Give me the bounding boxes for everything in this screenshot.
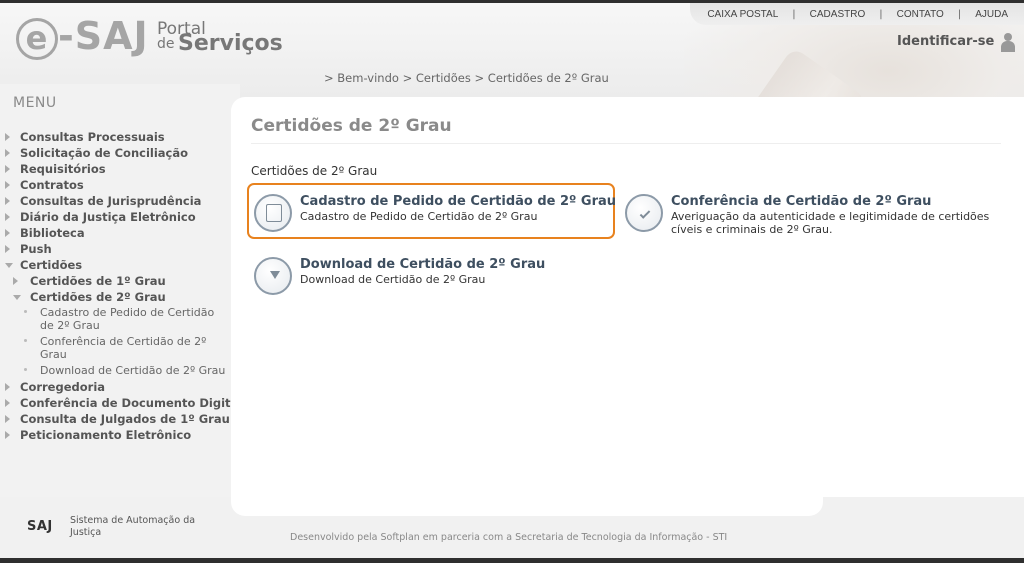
- option-title: Download de Certidão de 2º Grau: [300, 257, 546, 272]
- document-download-icon: [254, 257, 292, 295]
- chevron-right-icon: [5, 149, 10, 157]
- esaj-logo[interactable]: e -SAJ Portal de Serviços: [16, 14, 283, 64]
- nav-ajuda[interactable]: AJUDA: [975, 9, 1008, 20]
- menu-item-requisitorios[interactable]: Requisitórios: [0, 161, 240, 177]
- user-icon-head: [1004, 33, 1012, 41]
- chevron-right-icon: [5, 197, 10, 205]
- chevron-right-icon: [5, 181, 10, 189]
- nav-separator: |: [792, 8, 796, 20]
- chevron-down-icon: [5, 263, 13, 268]
- nav-contato[interactable]: CONTATO: [897, 9, 944, 20]
- menu-item-conferencia-documento[interactable]: Conferência de Documento Digital: [0, 395, 242, 411]
- chevron-right-icon: [5, 383, 10, 391]
- breadcrumb-bem-vindo[interactable]: Bem-vindo: [337, 71, 399, 85]
- footer-developed-by: Desenvolvido pela Softplan em parceria c…: [290, 532, 728, 543]
- chevron-right-icon: [5, 165, 10, 173]
- saj-footer-logo: SAJ: [27, 519, 53, 534]
- document-edit-icon: [254, 194, 292, 232]
- nav-caixa-postal[interactable]: CAIXA POSTAL: [707, 9, 778, 20]
- nav-separator: |: [957, 8, 962, 20]
- breadcrumb: > Bem-vindo > Certidões > Certidões de 2…: [324, 71, 609, 85]
- option-title: Conferência de Certidão de 2º Grau: [671, 194, 932, 209]
- checkmark-shape: [639, 208, 651, 219]
- option-desc: Cadastro de Pedido de Certidão de 2º Gra…: [300, 210, 538, 223]
- chevron-right-icon: [5, 133, 10, 141]
- user-icon[interactable]: [999, 33, 1017, 53]
- chevron-down-icon: [13, 295, 21, 300]
- title-divider: [251, 143, 1001, 144]
- logo-de-text: de: [157, 36, 175, 52]
- menu-item-peticionamento[interactable]: Peticionamento Eletrônico: [0, 427, 240, 443]
- breadcrumb-separator: >: [474, 71, 485, 85]
- menu-list: Consultas Processuais Solicitação de Con…: [0, 129, 242, 443]
- user-icon-body: [1001, 41, 1015, 52]
- breadcrumb-certidoes[interactable]: Certidões: [416, 71, 471, 85]
- bullet-icon: [24, 310, 27, 313]
- chevron-right-icon: [5, 415, 10, 423]
- option-download-certidao[interactable]: Download de Certidão de 2º Grau Download…: [254, 257, 614, 297]
- identify-link[interactable]: Identificar-se: [897, 34, 994, 49]
- menu-item-download-certidao[interactable]: Download de Certidão de 2º Grau: [0, 363, 240, 379]
- document-check-icon: [625, 194, 663, 232]
- chevron-right-icon: [13, 277, 18, 285]
- chevron-right-icon: [5, 229, 10, 237]
- logo-servicos-text: Serviços: [178, 31, 283, 56]
- option-title: Cadastro de Pedido de Certidão de 2º Gra…: [300, 194, 617, 209]
- chevron-right-icon: [5, 399, 10, 407]
- option-desc: Download de Certidão de 2º Grau: [300, 273, 486, 286]
- menu-item-consultas-processuais[interactable]: Consultas Processuais: [0, 129, 240, 145]
- option-conferencia-certidao[interactable]: Conferência de Certidão de 2º Grau Averi…: [625, 194, 995, 244]
- menu-item-biblioteca[interactable]: Biblioteca: [0, 225, 240, 241]
- option-desc: Averiguação da autenticidade e legitimid…: [671, 210, 990, 236]
- breadcrumb-separator: >: [402, 71, 413, 85]
- menu-item-solicitacao-conciliacao[interactable]: Solicitação de Conciliação: [0, 145, 240, 161]
- breadcrumb-current: Certidões de 2º Grau: [487, 71, 609, 85]
- section-label: Certidões de 2º Grau: [251, 164, 378, 178]
- menu-item-corregedoria[interactable]: Corregedoria: [0, 379, 240, 395]
- bottom-frame-border: [0, 558, 1024, 563]
- chevron-right-icon: [5, 431, 10, 439]
- menu-item-diario-justica[interactable]: Diário da Justiça Eletrônico: [0, 209, 240, 225]
- saj-footer-desc: Sistema de Automação da Justiça: [70, 515, 196, 538]
- menu-item-certidoes[interactable]: Certidões: [0, 257, 240, 273]
- top-nav: CAIXA POSTAL | CADASTRO | CONTATO | AJUD…: [690, 3, 1024, 25]
- footer-card-edge: [231, 497, 823, 516]
- menu-item-jurisprudencia[interactable]: Consultas de Jurisprudência: [0, 193, 240, 209]
- breadcrumb-separator: >: [324, 71, 334, 85]
- bullet-icon: [24, 339, 27, 342]
- chevron-right-icon: [5, 245, 10, 253]
- menu-item-certidoes-1-grau[interactable]: Certidões de 1º Grau: [0, 273, 240, 289]
- menu-item-cadastro-pedido[interactable]: Cadastro de Pedido de Certidão de 2º Gra…: [0, 305, 240, 334]
- option-cadastro-pedido[interactable]: Cadastro de Pedido de Certidão de 2º Gra…: [254, 194, 617, 234]
- logo-esaj-text: e -SAJ: [16, 14, 149, 60]
- menu-item-push[interactable]: Push: [0, 241, 240, 257]
- bullet-icon: [24, 368, 27, 371]
- content-card: [231, 97, 1024, 516]
- download-arrow-shape: [270, 271, 280, 279]
- logo-e-icon: e: [16, 18, 58, 60]
- menu-item-certidoes-2-grau[interactable]: Certidões de 2º Grau: [0, 289, 240, 305]
- page-title: Certidões de 2º Grau: [251, 116, 452, 136]
- nav-cadastro[interactable]: CADASTRO: [810, 9, 866, 20]
- menu-title: MENU: [13, 95, 57, 111]
- nav-separator: |: [879, 8, 883, 20]
- menu-item-conferencia-certidao[interactable]: Conferência de Certidão de 2º Grau: [0, 334, 240, 363]
- menu-item-contratos[interactable]: Contratos: [0, 177, 240, 193]
- menu-item-consulta-julgados[interactable]: Consulta de Julgados de 1º Grau: [0, 411, 240, 427]
- chevron-right-icon: [5, 213, 10, 221]
- document-shape: [266, 204, 282, 222]
